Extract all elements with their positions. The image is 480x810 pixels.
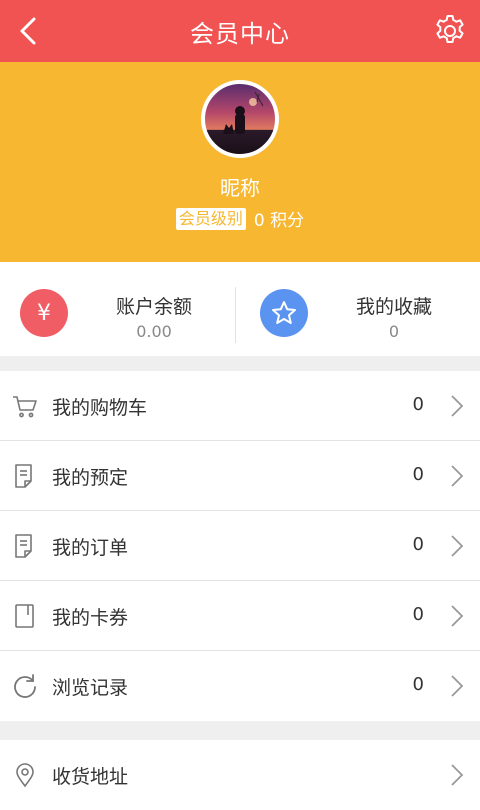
- document-icon: [15, 534, 32, 558]
- favorites-value: 0: [388, 322, 400, 341]
- menu-item-orders[interactable]: 我的订单 0: [0, 511, 480, 581]
- avatar[interactable]: [201, 80, 279, 158]
- menu-item-label: 我的卡券: [52, 607, 129, 629]
- card-icon: [15, 604, 34, 628]
- menu-item-label: 收货地址: [52, 766, 129, 788]
- nickname: 昵称: [220, 176, 260, 200]
- document-icon: [15, 464, 32, 488]
- chevron-right-icon: [451, 675, 464, 697]
- menu-item-count: 0: [412, 464, 424, 485]
- yen-icon: ¥: [20, 289, 68, 337]
- menu-list: 我的购物车 0 我的预定 0 我的订单 0 我的卡券 0 浏览记录 0: [0, 371, 480, 721]
- back-arrow-icon[interactable]: [14, 15, 46, 47]
- menu-item-count: 0: [412, 534, 424, 555]
- menu-item-label: 浏览记录: [52, 677, 129, 699]
- favorites-label: 我的收藏: [355, 296, 432, 318]
- profile-section: 昵称 会员级别 0 积分: [0, 62, 480, 262]
- menu-item-label: 我的购物车: [52, 397, 148, 419]
- star-icon: [260, 289, 308, 337]
- gear-icon[interactable]: [432, 13, 468, 49]
- chevron-right-icon: [451, 764, 464, 786]
- menu-item-label: 我的预定: [52, 467, 129, 489]
- chevron-right-icon: [451, 465, 464, 487]
- chevron-right-icon: [451, 605, 464, 627]
- chevron-right-icon: [451, 535, 464, 557]
- favorites-item[interactable]: 我的收藏 0: [240, 262, 480, 356]
- refresh-icon: [14, 674, 36, 698]
- stats-bar: ¥ 账户余额 0.00 我的收藏 0: [0, 262, 480, 356]
- chevron-right-icon: [451, 395, 464, 417]
- menu-item-reservation[interactable]: 我的预定 0: [0, 441, 480, 511]
- level-row: 会员级别 0 积分: [0, 206, 480, 231]
- account-balance-item[interactable]: ¥ 账户余额 0.00: [0, 262, 240, 356]
- menu-item-count: 0: [412, 604, 424, 625]
- menu-item-count: 0: [412, 674, 424, 695]
- account-balance-value: 0.00: [136, 322, 172, 341]
- points-text: 0 积分: [253, 211, 305, 231]
- cart-icon: [13, 396, 37, 418]
- menu-item-count: 0: [412, 394, 424, 415]
- page-title: 会员中心: [190, 19, 290, 48]
- member-level-badge[interactable]: 会员级别: [175, 207, 246, 230]
- account-balance-label: 账户余额: [115, 296, 192, 318]
- menu-item-coupons[interactable]: 我的卡券 0: [0, 581, 480, 651]
- stats-divider: [235, 287, 236, 343]
- menu-item-history[interactable]: 浏览记录 0: [0, 651, 480, 721]
- location-pin-icon: [16, 763, 34, 788]
- menu-item-cart[interactable]: 我的购物车 0: [0, 371, 480, 441]
- menu-item-label: 我的订单: [52, 537, 129, 559]
- app-header: 会员中心: [0, 0, 480, 62]
